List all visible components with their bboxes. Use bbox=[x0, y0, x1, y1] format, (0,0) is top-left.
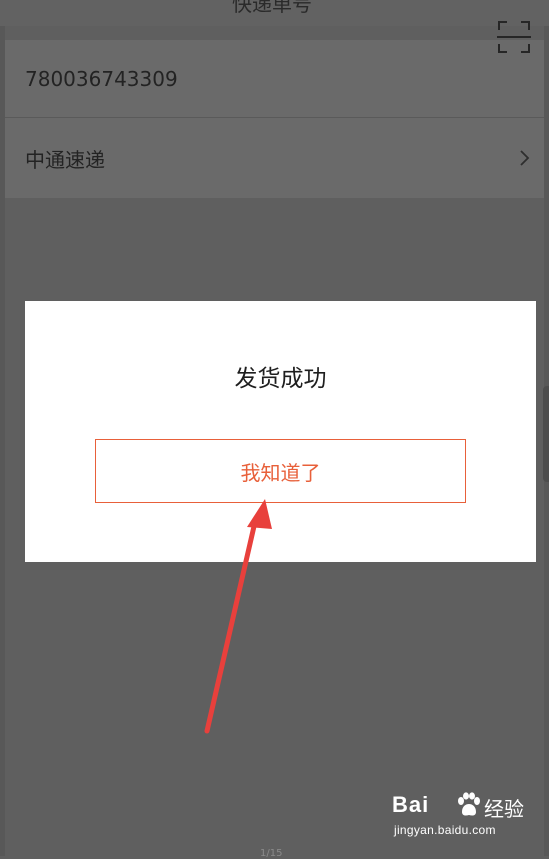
page-title-fragment: 快递单号 bbox=[232, 0, 312, 16]
top-bar: 快递单号 bbox=[0, 0, 549, 26]
courier-row[interactable]: 中通速递 bbox=[5, 119, 544, 197]
watermark-url: jingyan.baidu.com bbox=[394, 823, 496, 837]
page-indicator: 1/15 bbox=[260, 848, 283, 859]
shipping-form: 780036743309 中通速递 bbox=[5, 40, 544, 198]
courier-value: 中通速递 bbox=[25, 147, 105, 172]
baidu-watermark: Bai 经验 jingyan.baidu.com bbox=[392, 792, 532, 842]
success-dialog: 发货成功 我知道了 bbox=[25, 301, 536, 562]
dialog-title: 发货成功 bbox=[234, 366, 327, 392]
ok-button[interactable]: 我知道了 bbox=[95, 439, 466, 503]
watermark-brand: Bai bbox=[392, 792, 430, 817]
watermark-jingyan: 经验 bbox=[484, 799, 524, 821]
scan-icon[interactable] bbox=[497, 20, 531, 54]
tracking-number-value: 780036743309 bbox=[25, 66, 178, 91]
tracking-number-row[interactable]: 780036743309 bbox=[5, 40, 544, 118]
side-handle bbox=[543, 386, 549, 482]
baidu-paw-icon bbox=[458, 792, 480, 816]
chevron-right-icon bbox=[520, 150, 530, 166]
